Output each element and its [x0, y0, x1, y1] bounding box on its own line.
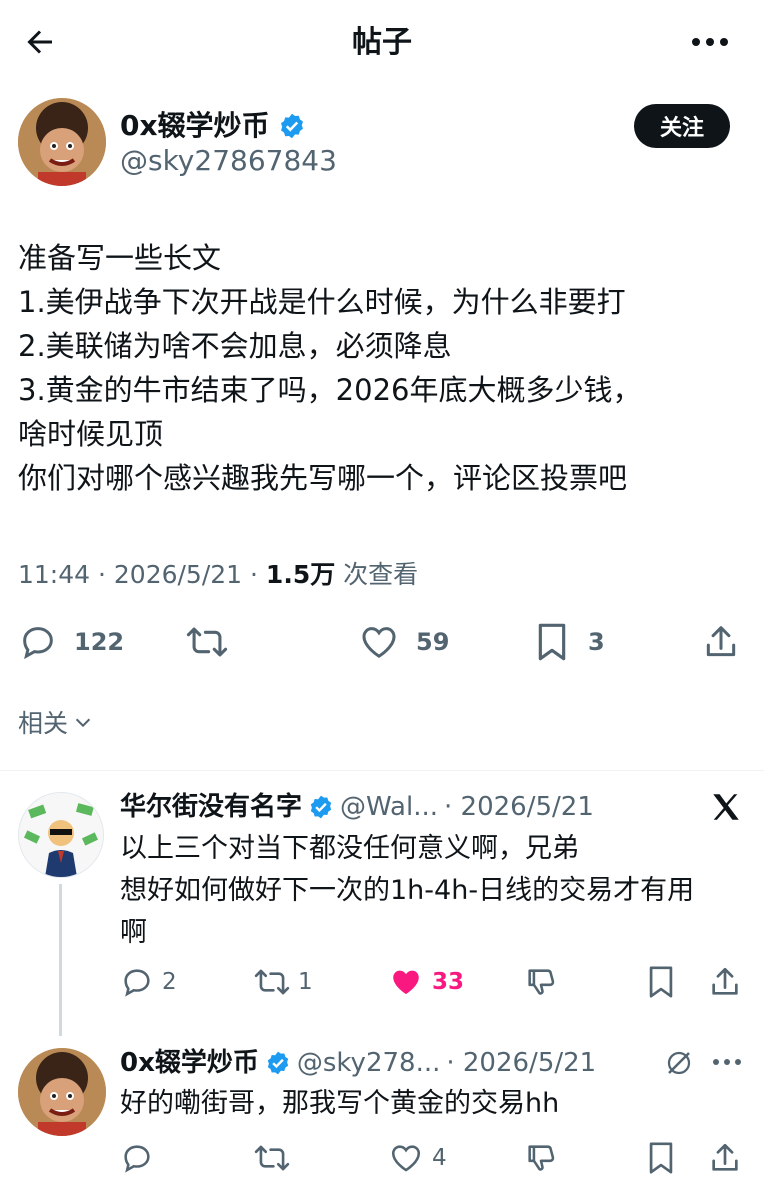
bookmark-icon	[646, 965, 676, 999]
avatar[interactable]	[18, 792, 104, 878]
thumbs-down-icon	[524, 965, 558, 999]
verified-badge-icon	[308, 794, 334, 820]
reply-text: 好的嘞街哥，那我写个黄金的交易hh	[120, 1088, 560, 1119]
share-button[interactable]	[708, 1138, 742, 1178]
bookmark-icon	[646, 1141, 676, 1175]
reply-line: 想好如何做好下一次的1h-4h-日线的交易才有用	[120, 875, 695, 906]
reply-line: 啊	[120, 917, 147, 948]
post-line: 2.美联储为啥不会加息，必须降息	[18, 329, 452, 363]
repost-button[interactable]	[254, 1138, 290, 1178]
reply-date[interactable]: · 2026/5/21	[444, 790, 594, 824]
view-count-label: 次查看	[343, 560, 419, 589]
post-line: 1.美伊战争下次开战是什么时候，为什么非要打	[18, 285, 626, 319]
repost-icon	[186, 622, 228, 662]
verified-badge-icon	[278, 112, 306, 140]
reply-author-handle[interactable]: @sky278...	[297, 1046, 440, 1080]
thumbs-down-icon	[524, 1141, 558, 1175]
reply-header: 华尔街没有名字 @Wal... · 2026/5/21	[120, 790, 594, 824]
share-icon	[708, 965, 742, 999]
bookmark-button[interactable]	[646, 1138, 676, 1178]
reply-icon	[18, 622, 58, 662]
post-meta: 11:44 · 2026/5/21 · 1.5万 次查看	[18, 558, 418, 592]
related-label: 相关	[18, 709, 69, 738]
share-icon	[702, 622, 740, 662]
reply-button[interactable]: 2	[120, 962, 177, 1002]
repost-icon	[254, 1141, 290, 1175]
more-horizontal-icon	[712, 1054, 742, 1070]
reply-line: 以上三个对当下都没任何意义啊，兄弟	[120, 833, 579, 864]
share-button[interactable]	[702, 620, 740, 664]
bookmark-button[interactable]	[646, 962, 676, 1002]
post-timestamp[interactable]: 11:44 · 2026/5/21 ·	[18, 560, 258, 589]
chevron-down-icon	[72, 711, 94, 733]
grok-icon[interactable]	[664, 1048, 694, 1082]
bookmark-icon	[534, 622, 570, 662]
author-handle[interactable]: @sky27867843	[120, 144, 337, 178]
reply-text: 以上三个对当下都没任何意义啊，兄弟 想好如何做好下一次的1h-4h-日线的交易才…	[120, 828, 694, 954]
repost-count: 1	[298, 969, 313, 995]
bookmark-button[interactable]: 3	[534, 620, 605, 664]
reply-icon	[120, 1141, 154, 1175]
more-options-button[interactable]	[690, 30, 730, 54]
divider	[0, 770, 764, 771]
share-icon	[708, 1141, 742, 1175]
avatar[interactable]	[18, 98, 106, 186]
reply-button[interactable]: 122	[18, 620, 124, 664]
follow-button[interactable]: 关注	[634, 104, 730, 148]
reply-icon	[120, 965, 154, 999]
heart-icon	[358, 622, 400, 662]
thread-connector	[59, 884, 62, 1036]
more-options-button[interactable]	[712, 1054, 742, 1074]
view-count: 1.5万	[265, 560, 336, 589]
verified-badge-icon	[265, 1050, 291, 1076]
reply-date[interactable]: · 2026/5/21	[446, 1046, 596, 1080]
like-count: 59	[416, 628, 450, 656]
repost-button[interactable]	[186, 620, 228, 664]
heart-filled-icon	[388, 965, 424, 999]
like-button[interactable]: 33	[388, 962, 464, 1002]
more-horizontal-icon	[690, 30, 730, 54]
repost-icon	[254, 965, 290, 999]
like-button[interactable]: 4	[388, 1138, 447, 1178]
reply-count: 2	[162, 969, 177, 995]
x-logo-icon	[708, 790, 744, 828]
related-dropdown[interactable]: 相关	[18, 704, 94, 740]
reply-header: 0x辍学炒币 @sky278... · 2026/5/21	[120, 1046, 596, 1080]
post-line: 准备写一些长文	[18, 241, 222, 275]
dislike-button[interactable]	[524, 962, 558, 1002]
post-line: 啥时候见顶	[18, 417, 164, 451]
bookmark-count: 3	[588, 628, 605, 656]
author-name[interactable]: 0x辍学炒币	[120, 108, 270, 144]
avatar[interactable]	[18, 1048, 106, 1136]
page-title: 帖子	[352, 25, 412, 60]
like-count: 4	[432, 1145, 447, 1171]
share-button[interactable]	[708, 962, 742, 1002]
dislike-button[interactable]	[524, 1138, 558, 1178]
heart-icon	[388, 1141, 424, 1175]
repost-button[interactable]: 1	[254, 962, 313, 1002]
post-line: 你们对哪个感兴趣我先写哪一个，评论区投票吧	[18, 461, 628, 495]
post-line: 3.黄金的牛市结束了吗，2026年底大概多少钱，	[18, 373, 642, 407]
post-text: 准备写一些长文 1.美伊战争下次开战是什么时候，为什么非要打 2.美联储为啥不会…	[18, 236, 641, 500]
like-button[interactable]: 59	[358, 620, 449, 664]
reply-author-name[interactable]: 0x辍学炒币	[120, 1046, 259, 1080]
like-count: 33	[432, 969, 465, 995]
reply-count: 122	[74, 628, 125, 656]
reply-author-handle[interactable]: @Wal...	[340, 790, 438, 824]
reply-button[interactable]	[120, 1138, 154, 1178]
reply-author-name[interactable]: 华尔街没有名字	[120, 790, 302, 824]
